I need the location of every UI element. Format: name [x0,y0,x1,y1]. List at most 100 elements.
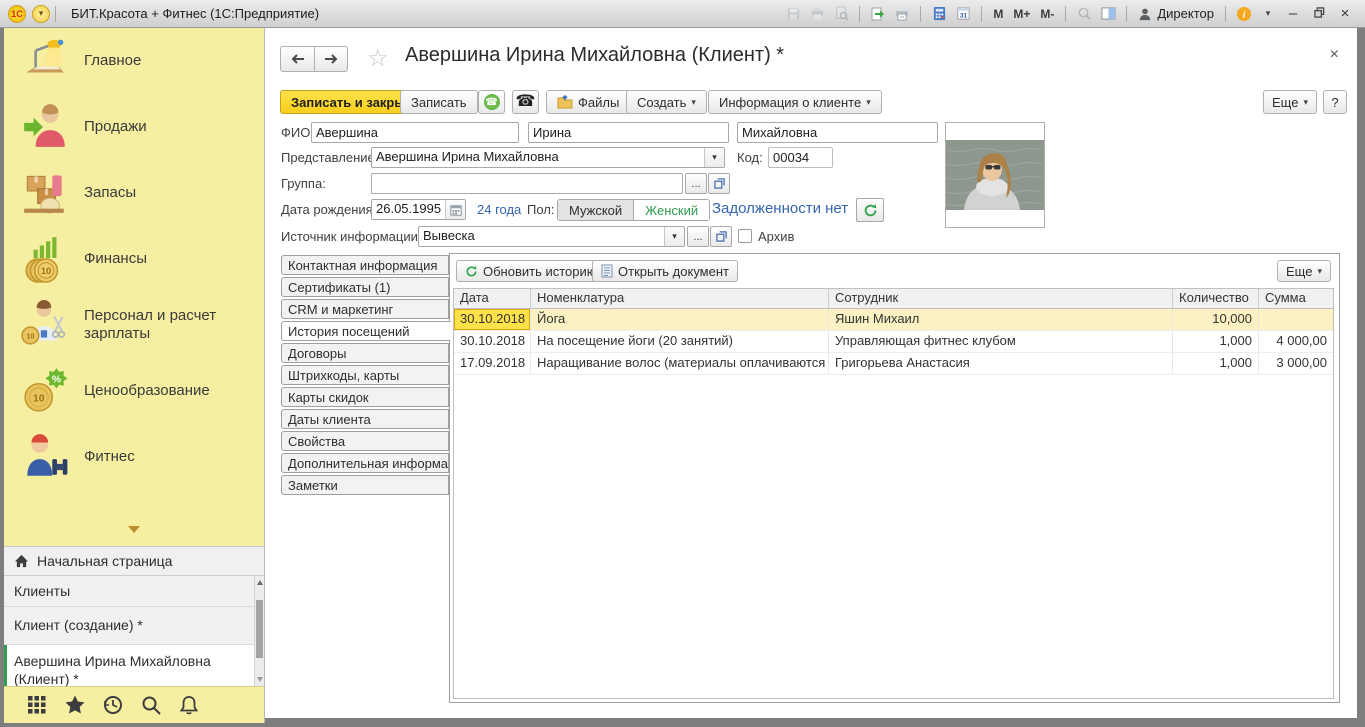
tab-contact-info[interactable]: Контактная информация [281,255,449,275]
cell-sum[interactable]: 3 000,00 [1259,353,1333,374]
calculator-icon[interactable] [928,3,950,25]
window-tab-clients[interactable]: Клиенты [4,576,264,607]
code-input[interactable] [768,147,833,168]
table-row[interactable]: 17.09.2018 Наращивание волос (материалы … [454,353,1333,375]
birth-date-input[interactable]: 26.05.1995 [371,199,466,220]
history-icon[interactable] [102,694,124,716]
maximize-button[interactable] [1307,3,1331,25]
cell-date[interactable]: 17.09.2018 [454,353,531,374]
window-tab-client-new[interactable]: Клиент (создание) * [4,607,264,645]
windows-scrollbar[interactable] [254,576,264,686]
menu-grid-icon[interactable] [26,694,48,716]
cell-sum[interactable]: 4 000,00 [1259,331,1333,352]
history-more-button[interactable]: Еще ▾ [1277,260,1331,282]
cell-item[interactable]: Наращивание волос (материалы оплачиваютс… [531,353,829,374]
refresh-debt-button[interactable] [856,198,884,222]
favorites-star-icon[interactable] [64,694,86,716]
cell-item[interactable]: На посещение йоги (20 занятий) [531,331,829,352]
table-row[interactable]: 30.10.2018 На посещение йоги (20 занятий… [454,331,1333,353]
tab-properties[interactable]: Свойства [281,431,449,451]
column-header-date[interactable]: Дата [454,289,531,308]
info-dropdown-button[interactable]: ▾ [1257,3,1279,25]
cell-date[interactable]: 30.10.2018 [454,331,531,352]
presentation-combo[interactable]: Авершина Ирина Михайловна ▾ [371,147,725,168]
follow-link-icon[interactable] [891,3,913,25]
tab-barcodes-cards[interactable]: Штрихкоды, карты [281,365,449,385]
debt-status-link[interactable]: Задолженности нет [712,198,848,220]
sidebar-item-hr-payroll[interactable]: 10 Персонал и расчет зарплаты [4,292,264,358]
client-info-button[interactable]: Информация о клиенте ▾ [708,90,882,114]
cell-employee[interactable]: Григорьева Анастасия [829,353,1173,374]
calendar-picker-icon[interactable] [445,200,465,219]
open-document-button[interactable]: Открыть документ [592,260,738,282]
middle-name-input[interactable] [737,122,938,143]
sidebar-item-pricing[interactable]: 10% Ценообразование [4,358,264,424]
memory-m-button[interactable]: M [989,7,1007,21]
phone-button[interactable]: ☎ [512,90,539,114]
info-source-combo[interactable]: Вывеска ▾ [418,226,685,247]
home-page-tab[interactable]: Начальная страница [4,546,264,576]
tab-additional-info[interactable]: Дополнительная информация [281,453,449,473]
first-name-input[interactable] [528,122,729,143]
age-link[interactable]: 24 года [477,199,521,221]
cell-employee[interactable]: Яшин Михаил [829,309,1173,330]
column-header-sum[interactable]: Сумма [1259,289,1333,308]
sidebar-scroll-down-button[interactable] [4,526,264,533]
back-button[interactable] [280,46,314,72]
group-input[interactable] [371,173,683,194]
help-button[interactable]: ? [1323,90,1347,114]
column-header-qty[interactable]: Количество [1173,289,1259,308]
tab-contracts[interactable]: Договоры [281,343,449,363]
get-link-icon[interactable] [867,3,889,25]
save-button[interactable]: Записать [400,90,478,114]
info-icon[interactable]: i [1233,3,1255,25]
current-user-button[interactable]: Директор [1134,6,1218,21]
calendar-icon[interactable]: 31 [952,3,974,25]
group-select-button[interactable]: ... [685,173,707,194]
archive-checkbox[interactable] [738,229,752,243]
scrollbar-thumb[interactable] [256,600,263,658]
last-name-input[interactable] [311,122,519,143]
call-client-button[interactable]: ☎ [478,90,505,114]
tab-notes[interactable]: Заметки [281,475,449,495]
table-row[interactable]: 30.10.2018 Йога Яшин Михаил 10,000 [454,309,1333,331]
cell-employee[interactable]: Управляющая фитнес клубом [829,331,1173,352]
tab-discount-cards[interactable]: Карты скидок [281,387,449,407]
gender-male-option[interactable]: Мужской [558,200,634,220]
memory-m-plus-button[interactable]: M+ [1009,7,1034,21]
tab-certificates[interactable]: Сертификаты (1) [281,277,449,297]
close-form-button[interactable]: × [1330,48,1339,62]
files-button[interactable]: Файлы [546,90,630,114]
chevron-down-icon[interactable]: ▾ [704,148,724,167]
cell-sum[interactable] [1259,309,1333,330]
sidebar-item-stock[interactable]: Запасы [4,160,264,226]
cell-qty[interactable]: 1,000 [1173,353,1259,374]
favorite-star-icon[interactable]: ☆ [367,44,389,73]
sidebar-item-finance[interactable]: 10 Финансы [4,226,264,292]
minimize-button[interactable]: – [1281,3,1305,25]
refresh-history-button[interactable]: Обновить историю [456,260,606,282]
sidebar-item-main[interactable]: Главное [4,28,264,94]
main-menu-button[interactable]: ▾ [32,5,50,23]
group-open-button[interactable] [708,173,730,194]
form-more-button[interactable]: Еще ▾ [1263,90,1317,114]
info-source-open-button[interactable] [710,226,732,247]
cell-qty[interactable]: 1,000 [1173,331,1259,352]
memory-m-minus-button[interactable]: M- [1036,7,1058,21]
column-header-item[interactable]: Номенклатура [531,289,829,308]
column-header-employee[interactable]: Сотрудник [829,289,1173,308]
cell-item[interactable]: Йога [531,309,829,330]
create-button[interactable]: Создать ▾ [626,90,707,114]
chevron-down-icon[interactable]: ▾ [664,227,684,246]
forward-button[interactable] [314,46,348,72]
client-photo[interactable] [945,122,1045,228]
info-source-select-button[interactable]: ... [687,226,709,247]
tab-client-dates[interactable]: Даты клиента [281,409,449,429]
sidebar-item-fitness[interactable]: Фитнес [4,424,264,490]
cell-date[interactable]: 30.10.2018 [454,309,531,330]
tab-visit-history[interactable]: История посещений [281,321,451,341]
search-icon[interactable] [140,694,162,716]
sidebar-item-sales[interactable]: Продажи [4,94,264,160]
gender-female-option[interactable]: Женский [634,200,709,220]
tab-crm-marketing[interactable]: CRM и маркетинг [281,299,449,319]
